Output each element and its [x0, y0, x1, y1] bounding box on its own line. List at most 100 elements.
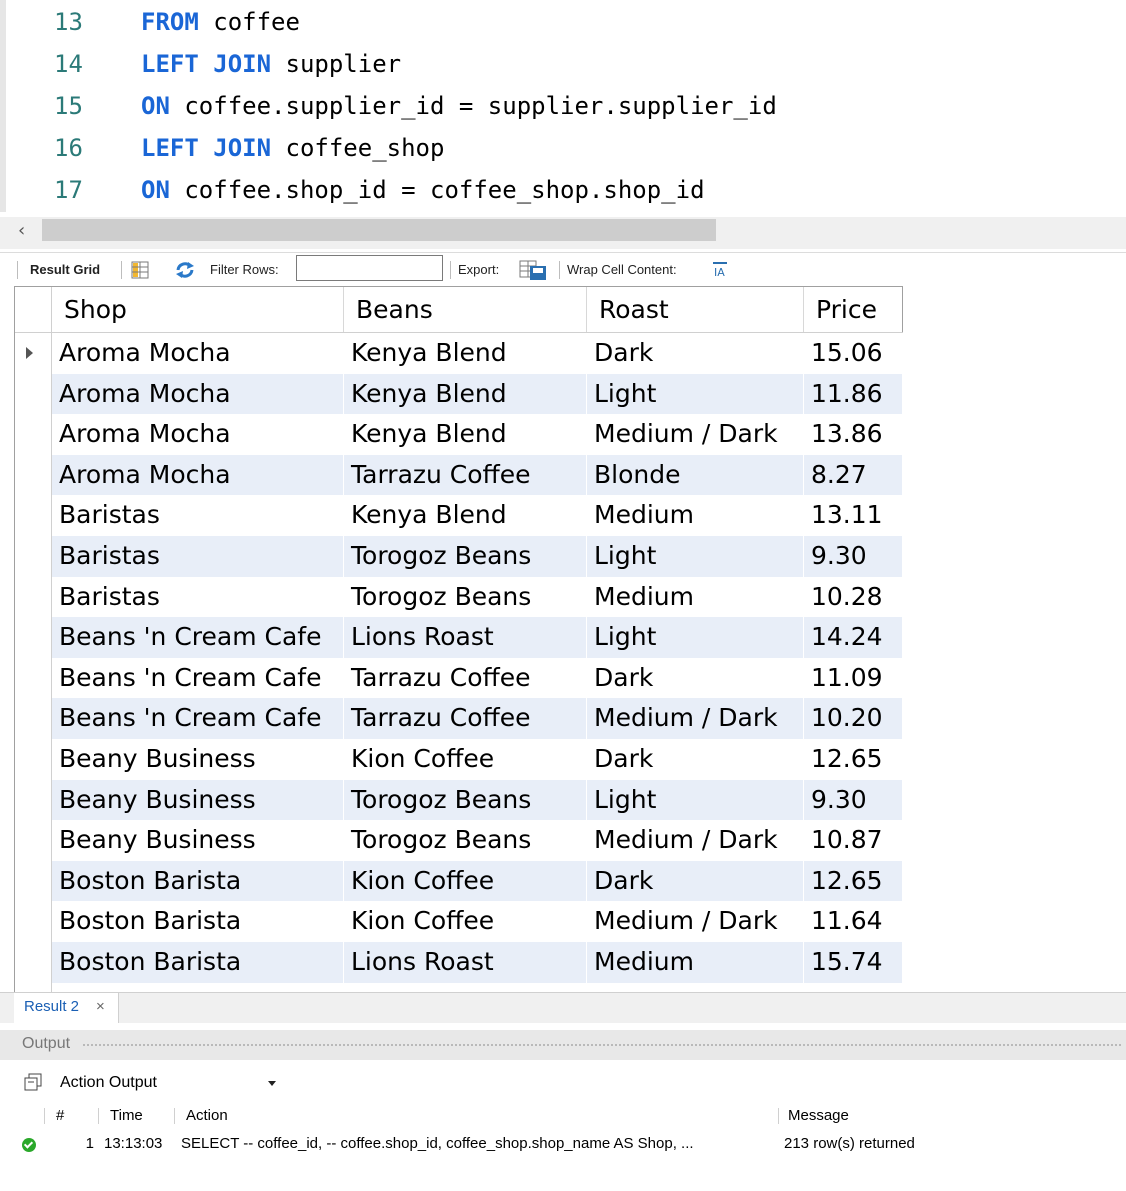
cell-beans[interactable]: Torogoz Beans — [344, 820, 587, 861]
cell-roast[interactable]: Dark — [587, 739, 804, 780]
table-row[interactable]: Beans 'n Cream Cafe Tarrazu Coffee Medium … — [15, 698, 903, 739]
row-marker[interactable] — [15, 454, 52, 496]
column-header-shop[interactable]: Shop — [52, 287, 344, 332]
cell-shop[interactable]: Baristas — [52, 576, 344, 618]
table-row[interactable]: Beany Business Torogoz Beans Medium / Dark… — [15, 820, 903, 861]
row-marker[interactable] — [15, 536, 52, 577]
column-header-beans[interactable]: Beans — [344, 287, 587, 332]
table-row[interactable]: Beans 'n Cream Cafe Tarrazu Coffee Dark 11.… — [15, 657, 903, 699]
row-marker[interactable] — [15, 901, 52, 942]
cell-beans[interactable]: Tarrazu Coffee — [344, 982, 587, 992]
cell-roast[interactable]: Medium / Dark — [587, 698, 804, 739]
cell-shop[interactable]: Boston Barista — [52, 942, 344, 983]
cell-shop[interactable]: Beany Business — [52, 820, 344, 861]
cell-price[interactable]: 10.20 — [804, 698, 903, 739]
cell-beans[interactable]: Lions Roast — [344, 942, 587, 983]
copy-icon[interactable] — [24, 1073, 44, 1091]
grid-layout-icon[interactable] — [131, 261, 151, 279]
cell-roast[interactable]: Light — [587, 536, 804, 577]
cell-shop[interactable]: Beany Business — [52, 779, 344, 821]
log-col-message[interactable]: Message — [788, 1102, 849, 1130]
cell-shop[interactable]: Boston Barista — [52, 901, 344, 942]
scrollbar-thumb[interactable] — [42, 219, 716, 241]
tab-result-2[interactable]: Result 2 × — [14, 993, 119, 1023]
cell-beans[interactable]: Torogoz Beans — [344, 536, 587, 577]
log-col-action[interactable]: Action — [186, 1102, 228, 1130]
cell-roast[interactable]: Medium / Dark — [587, 901, 804, 942]
row-marker[interactable] — [15, 495, 52, 536]
table-row[interactable]: Beany Business Kion Coffee Dark 12.65 — [15, 739, 903, 780]
row-marker[interactable] — [15, 942, 52, 983]
table-row[interactable]: Aroma Mocha Kenya Blend Medium / Dark 13.86 — [15, 414, 903, 455]
wrap-text-icon[interactable]: IA — [712, 262, 730, 278]
table-row[interactable]: Aroma Mocha Kenya Blend Dark 15.06 — [15, 333, 903, 374]
table-row[interactable]: Aroma Mocha Tarrazu Coffee Blonde 8.27 — [15, 454, 903, 496]
table-row[interactable]: Baristas Kenya Blend Medium 13.11 — [15, 495, 903, 536]
cell-beans[interactable]: Kenya Blend — [344, 495, 587, 536]
result-grid[interactable]: Shop Beans Roast Price Aroma Mocha Kenya … — [14, 286, 903, 992]
cell-beans[interactable]: Kenya Blend — [344, 414, 587, 455]
cell-price[interactable]: 8.27 — [804, 454, 903, 496]
scroll-left-arrow-icon[interactable]: ‹ — [18, 219, 25, 243]
cell-shop[interactable]: Baristas — [52, 536, 344, 577]
cell-shop[interactable]: Beans 'n Cream Cafe — [52, 617, 344, 658]
cell-roast[interactable]: Dark — [587, 657, 804, 699]
row-marker[interactable] — [15, 373, 52, 415]
cell-beans[interactable]: Tarrazu Coffee — [344, 698, 587, 739]
table-row[interactable]: Aroma Mocha Kenya Blend Light 11.86 — [15, 373, 903, 415]
row-marker[interactable] — [15, 698, 52, 739]
cell-roast[interactable]: Blonde — [587, 454, 804, 496]
row-marker[interactable] — [15, 414, 52, 455]
table-row[interactable]: Boston Barista Lions Roast Medium 15.74 — [15, 942, 903, 983]
cell-shop[interactable]: Boston Barista — [52, 982, 344, 992]
cell-beans[interactable]: Kion Coffee — [344, 860, 587, 902]
cell-beans[interactable]: Torogoz Beans — [344, 576, 587, 618]
cell-roast[interactable]: Medium — [587, 576, 804, 618]
code-line[interactable]: 13 FROM coffee — [0, 1, 1126, 43]
cell-beans[interactable]: Tarrazu Coffee — [344, 657, 587, 699]
cell-shop[interactable]: Aroma Mocha — [52, 454, 344, 496]
cell-shop[interactable]: Aroma Mocha — [52, 414, 344, 455]
cell-beans[interactable]: Kenya Blend — [344, 373, 587, 415]
row-marker[interactable] — [15, 617, 52, 658]
cell-price[interactable]: 14.24 — [804, 617, 903, 658]
cell-beans[interactable]: Kion Coffee — [344, 739, 587, 780]
cell-price[interactable]: 8.27 — [804, 982, 903, 992]
cell-shop[interactable]: Baristas — [52, 495, 344, 536]
cell-roast[interactable]: Blonde — [587, 982, 804, 992]
cell-roast[interactable]: Medium — [587, 942, 804, 983]
row-marker[interactable] — [15, 779, 52, 821]
row-marker[interactable] — [15, 860, 52, 902]
cell-roast[interactable]: Dark — [587, 333, 804, 374]
cell-shop[interactable]: Aroma Mocha — [52, 373, 344, 415]
cell-beans[interactable]: Tarrazu Coffee — [344, 454, 587, 496]
filter-rows-input[interactable] — [296, 255, 443, 281]
row-marker[interactable] — [15, 657, 52, 699]
cell-price[interactable]: 15.74 — [804, 942, 903, 983]
row-marker[interactable] — [15, 576, 52, 618]
log-row[interactable]: 1 13:13:03 SELECT -- coffee_id, -- coffe… — [0, 1130, 1126, 1158]
export-icon[interactable] — [519, 260, 549, 282]
cell-shop[interactable]: Beany Business — [52, 739, 344, 780]
table-row[interactable]: Boston Barista Kion Coffee Medium / Dark 11… — [15, 901, 903, 942]
table-row[interactable]: Boston BaristaTarrazu CoffeeBlonde8.27 — [15, 982, 903, 992]
code-line[interactable]: 17 ON coffee.shop_id = coffee_shop.shop_i… — [0, 169, 1126, 211]
cell-shop[interactable]: Beans 'n Cream Cafe — [52, 698, 344, 739]
cell-beans[interactable]: Torogoz Beans — [344, 779, 587, 821]
table-row[interactable]: Beans 'n Cream Cafe Lions Roast Light 14.24 — [15, 617, 903, 658]
table-row[interactable]: Baristas Torogoz Beans Light 9.30 — [15, 536, 903, 577]
cell-beans[interactable]: Kenya Blend — [344, 333, 587, 374]
code-line[interactable]: 15 ON coffee.supplier_id = supplier.suppl… — [0, 85, 1126, 127]
cell-roast[interactable]: Light — [587, 779, 804, 821]
cell-price[interactable]: 13.11 — [804, 495, 903, 536]
cell-shop[interactable]: Beans 'n Cream Cafe — [52, 657, 344, 699]
log-col-time[interactable]: Time — [110, 1102, 143, 1130]
output-type-select[interactable]: Action Output — [56, 1070, 280, 1096]
column-header-price[interactable]: Price — [804, 287, 903, 332]
table-row[interactable]: Boston Barista Kion Coffee Dark 12.65 — [15, 860, 903, 902]
cell-price[interactable]: 15.06 — [804, 333, 903, 374]
result-grid-tab[interactable]: Result Grid — [30, 253, 100, 287]
refresh-icon[interactable] — [174, 261, 196, 279]
row-marker[interactable] — [15, 982, 52, 992]
cell-roast[interactable]: Light — [587, 617, 804, 658]
